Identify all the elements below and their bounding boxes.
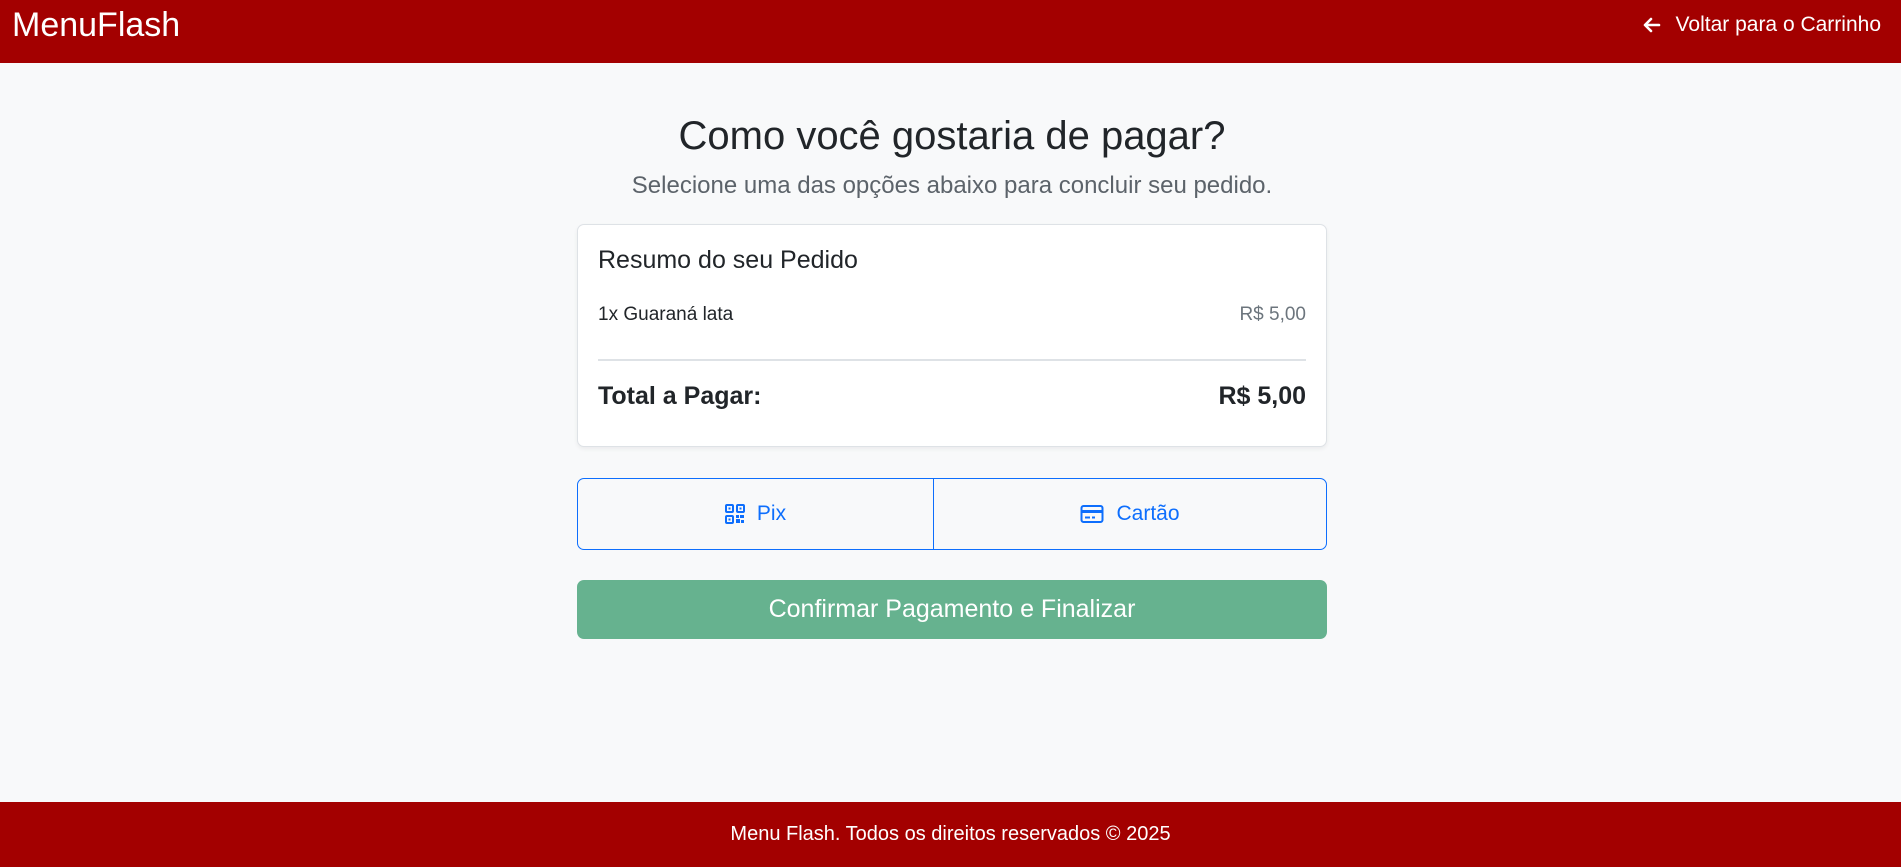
order-item: 1x Guaraná lata R$ 5,00 <box>598 304 1306 326</box>
footer-copyright: Menu Flash. Todos os direitos reservados… <box>730 823 1171 845</box>
navbar: MenuFlash Voltar para o Carrinho <box>0 0 1901 63</box>
pix-option-button[interactable]: Pix <box>578 479 934 549</box>
card-option-button[interactable]: Cartão <box>934 479 1326 549</box>
order-summary-card: Resumo do seu Pedido 1x Guaraná lata R$ … <box>577 224 1327 447</box>
order-item-label: 1x Guaraná lata <box>598 304 734 325</box>
order-item-price: R$ 5,00 <box>1239 304 1306 325</box>
credit-card-icon <box>1080 505 1104 523</box>
back-to-cart-label: Voltar para o Carrinho <box>1675 13 1881 36</box>
payment-page: Como você gostaria de pagar? Selecione u… <box>577 63 1327 639</box>
page-title: Como você gostaria de pagar? <box>678 114 1226 158</box>
confirm-payment-button[interactable]: Confirmar Pagamento e Finalizar <box>577 580 1327 639</box>
footer: Menu Flash. Todos os direitos reservados… <box>0 802 1901 867</box>
card-option-label: Cartão <box>1116 502 1180 525</box>
summary-divider <box>598 359 1306 361</box>
total-label: Total a Pagar: <box>598 382 762 410</box>
payment-method-group: Pix Cartão <box>577 478 1327 550</box>
pix-option-label: Pix <box>756 502 787 525</box>
order-total-row: Total a Pagar: R$ 5,00 <box>598 381 1306 411</box>
qr-code-icon <box>724 504 745 524</box>
page-subtitle: Selecione uma das opções abaixo para con… <box>631 172 1273 199</box>
arrow-left-icon <box>1643 17 1660 33</box>
back-to-cart-link[interactable]: Voltar para o Carrinho <box>1642 13 1881 37</box>
total-value: R$ 5,00 <box>1218 382 1306 410</box>
brand-logo[interactable]: MenuFlash <box>12 8 180 42</box>
order-summary-title: Resumo do seu Pedido <box>598 246 858 274</box>
